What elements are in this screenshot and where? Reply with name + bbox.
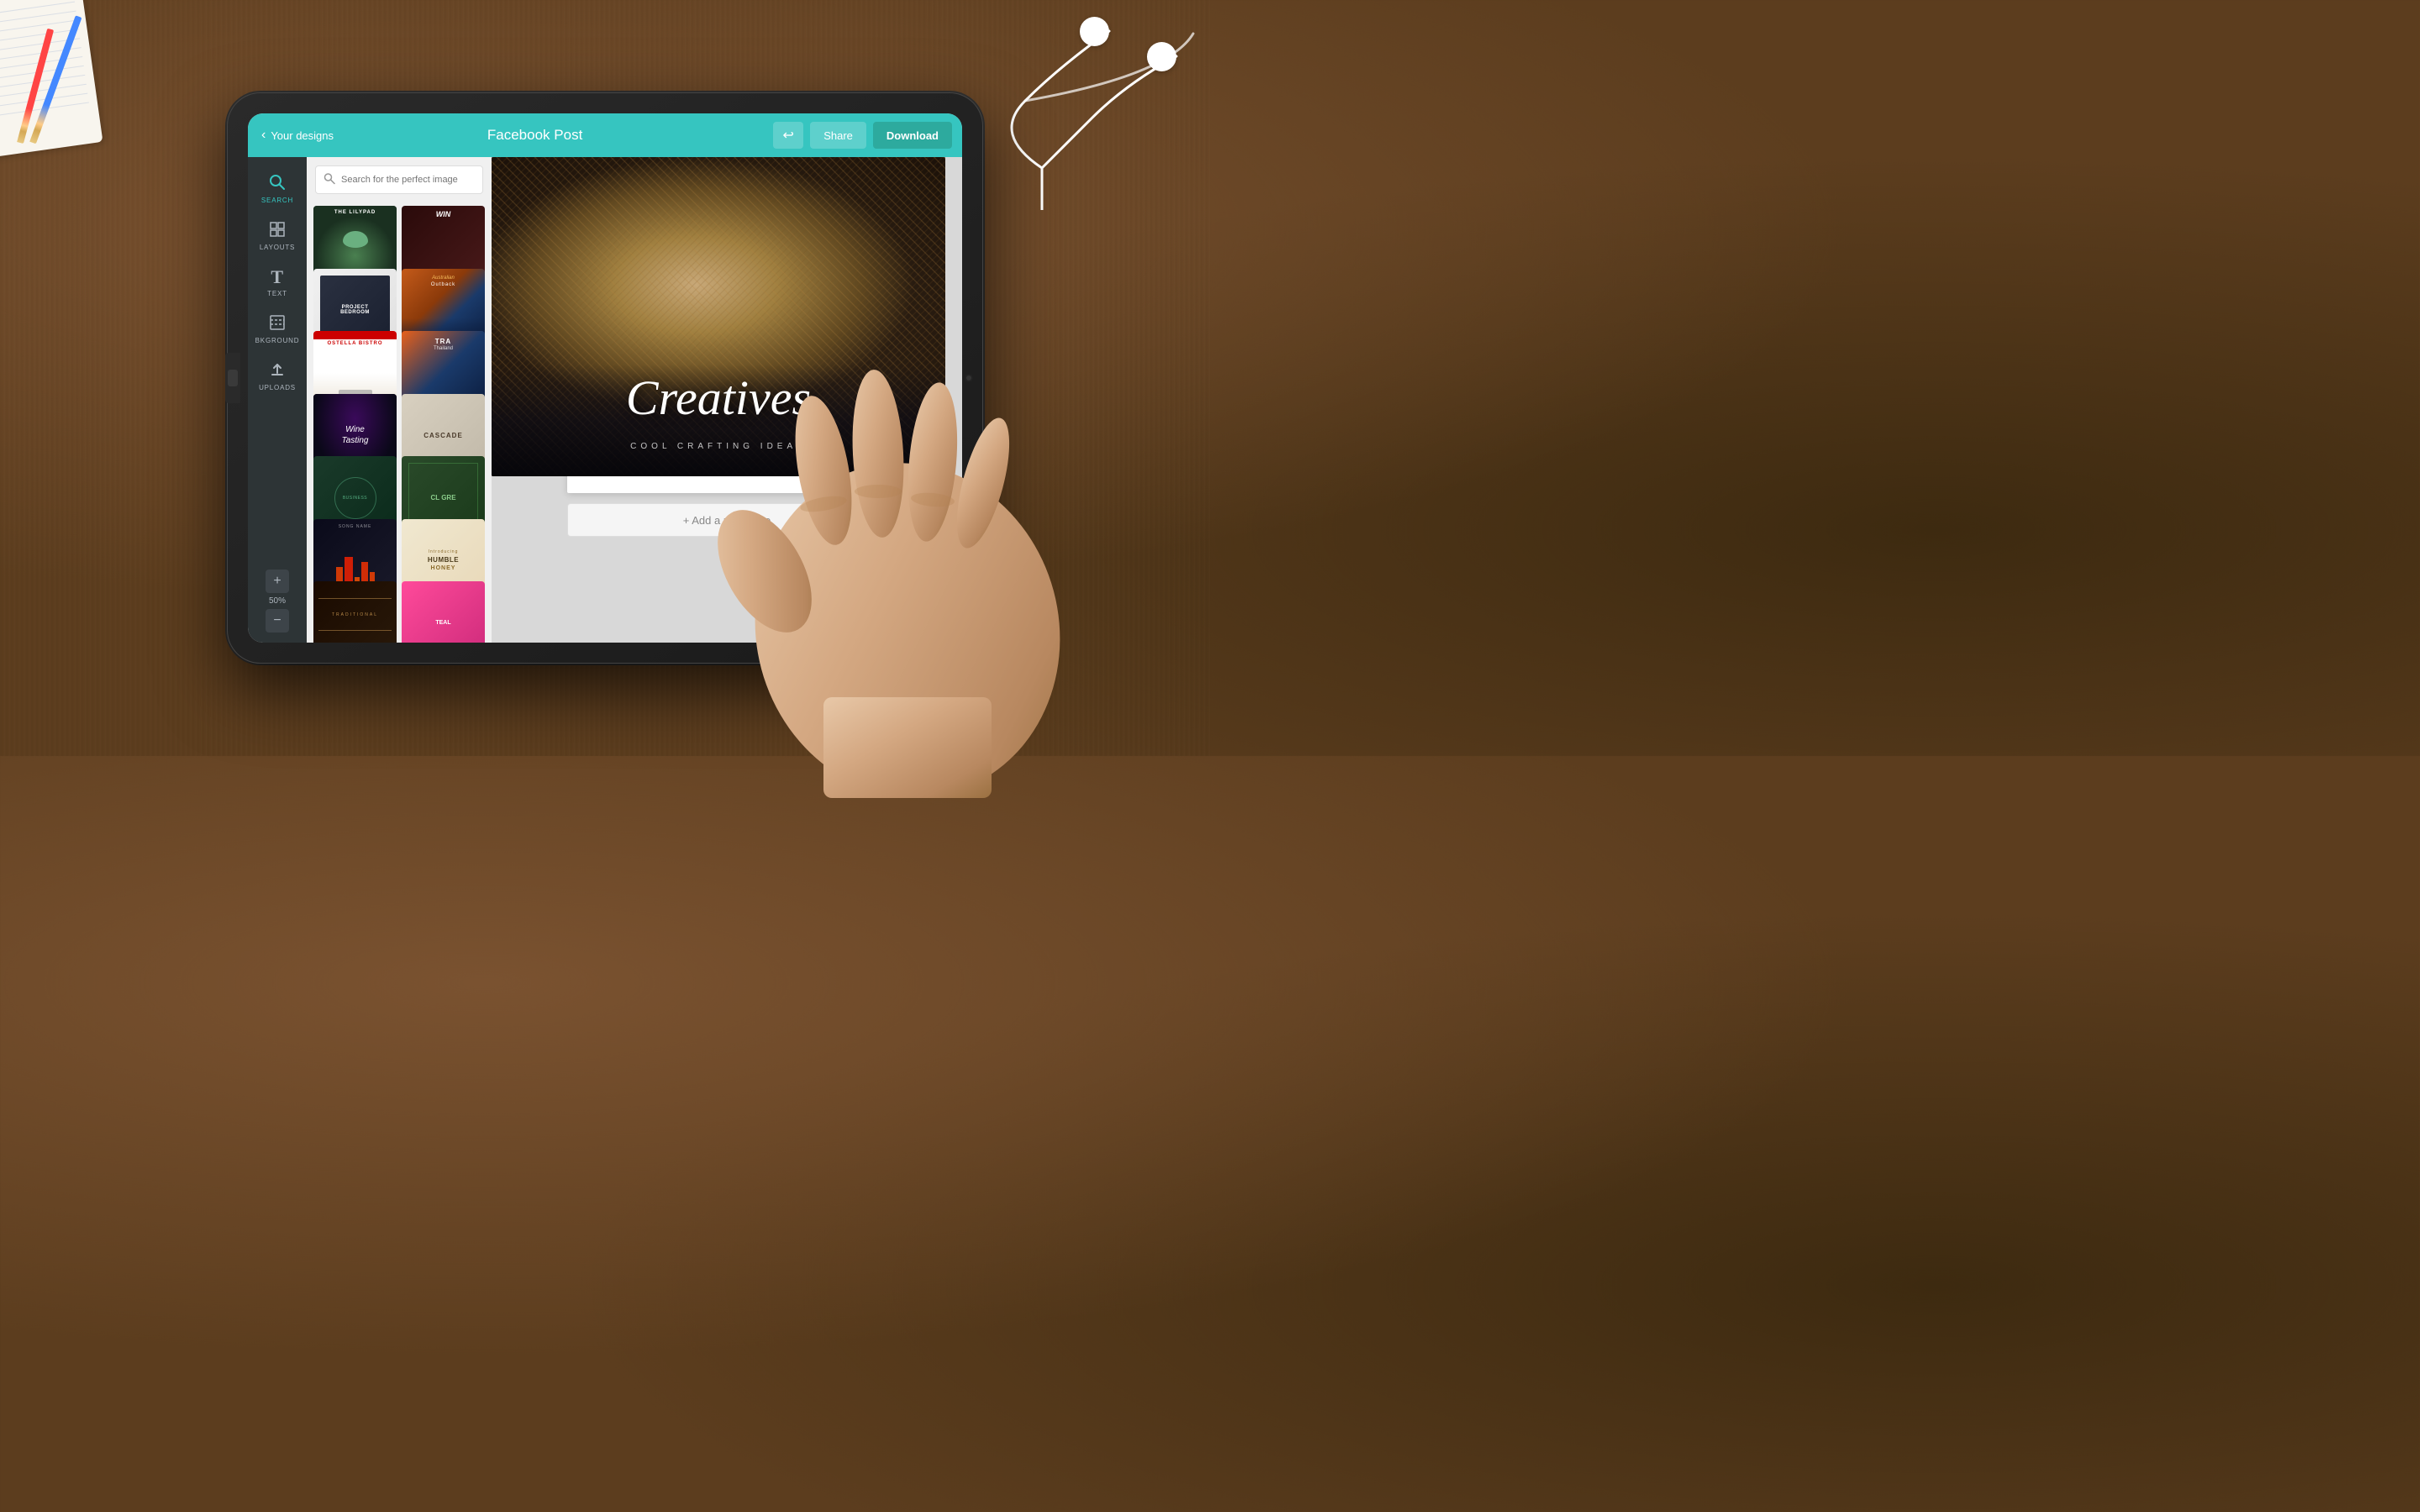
zoom-in-button[interactable]: +	[266, 570, 289, 593]
search-icon-small	[324, 173, 335, 187]
sidebar-item-search[interactable]: SEARCH	[248, 165, 307, 213]
popup-background: Creatives COOL CRAFTING IDEAS	[492, 157, 945, 476]
templates-panel: THE LILYPAD WIN PROJECTBEDROOM	[307, 157, 492, 643]
download-button[interactable]: Download	[873, 122, 952, 149]
search-icon	[269, 174, 286, 193]
app-title: Facebook Post	[297, 127, 773, 144]
sidebar-layouts-label: LAYOUTS	[260, 244, 295, 251]
sidebar-item-layouts[interactable]: LAYOUTS	[248, 213, 307, 260]
search-area	[307, 157, 492, 202]
zoom-controls: + 50% −	[248, 570, 307, 643]
sidebar-item-uploads[interactable]: UPLOADS	[248, 353, 307, 400]
text-icon: T	[271, 268, 283, 286]
sidebar-search-label: SEARCH	[261, 197, 293, 204]
search-input[interactable]	[315, 165, 483, 194]
tablet-screen: ‹ Your designs Facebook Post ↩ Share Dow…	[248, 113, 962, 643]
tablet: ‹ Your designs Facebook Post ↩ Share Dow…	[227, 92, 983, 664]
sidebar-item-text[interactable]: T TEXT	[248, 260, 307, 306]
zoom-value: 50%	[269, 595, 286, 607]
layouts-icon	[269, 221, 286, 240]
popup-overlay[interactable]: Creatives COOL CRAFTING IDEAS	[492, 157, 945, 476]
share-button[interactable]: Share	[810, 122, 866, 149]
sidebar: SEARCH LAYOUTS T TEXT	[248, 157, 307, 643]
template-traditional[interactable]: TRADITIONAL SUBTITLE TEXT	[313, 581, 397, 643]
popup-title: Creatives	[492, 370, 945, 426]
add-page-button[interactable]: + Add a new page	[567, 503, 886, 537]
sidebar-bkground-label: BKGROUND	[255, 337, 300, 344]
popup-subtitle: COOL CRAFTING IDEAS	[492, 442, 945, 451]
zoom-out-button[interactable]: −	[266, 609, 289, 633]
tablet-camera	[965, 374, 973, 382]
sidebar-text-label: TEXT	[267, 290, 287, 297]
sidebar-uploads-label: UPLOADS	[259, 384, 296, 391]
uploads-icon	[269, 361, 286, 381]
app-header: ‹ Your designs Facebook Post ↩ Share Dow…	[248, 113, 962, 157]
template-teal-pink[interactable]: TEAL	[402, 581, 485, 643]
tablet-home-button[interactable]	[225, 353, 240, 403]
back-chevron-icon: ‹	[261, 128, 266, 143]
search-wrapper	[315, 165, 483, 194]
home-button-icon	[225, 353, 240, 403]
background-icon	[269, 314, 286, 333]
undo-button[interactable]: ↩	[773, 122, 803, 149]
header-actions: ↩ Share Download	[773, 122, 962, 149]
templates-grid: THE LILYPAD WIN PROJECTBEDROOM	[307, 202, 492, 643]
sidebar-item-background[interactable]: BKGROUND	[248, 306, 307, 353]
